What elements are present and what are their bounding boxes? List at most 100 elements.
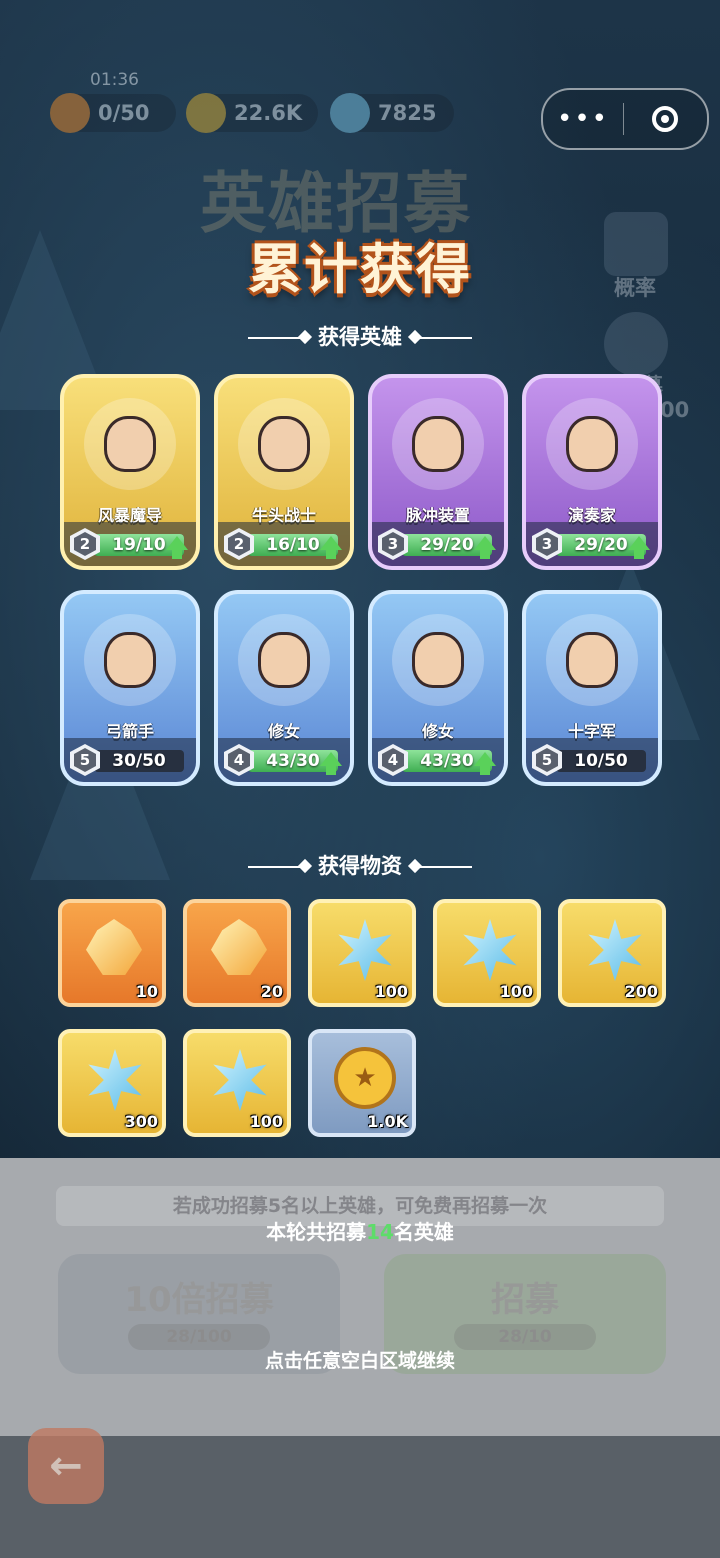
hero-face-icon: [104, 416, 156, 472]
hero-card[interactable]: 脉冲装置 29/20 3: [368, 374, 508, 570]
reward-item[interactable]: 300: [58, 1029, 166, 1137]
gold-coin-icon: [186, 93, 226, 133]
heroes-section-title: 获得英雄: [0, 321, 720, 351]
hero-level: 5: [74, 748, 96, 772]
reward-count: 100: [249, 1112, 283, 1131]
mini-program-capsule: •••: [541, 88, 709, 150]
summary-prefix: 本轮共招募: [266, 1220, 367, 1244]
gold-coin-icon: ★: [334, 1047, 396, 1109]
reward-item[interactable]: 200: [558, 899, 666, 1007]
hero-portrait: [238, 614, 330, 706]
hero-portrait: [238, 398, 330, 490]
divider-ornament: [248, 337, 308, 339]
recruit-panel: 若成功招募5名以上英雄，可免费再招募一次 10倍招募 28/100 招募 28/…: [0, 1158, 720, 1436]
crystal-counter[interactable]: 7825: [330, 93, 454, 133]
footer-bar: [0, 1436, 720, 1558]
recruit-summary: 本轮共招募14名英雄: [0, 1216, 720, 1245]
hero-level: 3: [536, 532, 558, 556]
activity-count: 00: [660, 398, 690, 422]
amber-crystal-icon: [211, 919, 267, 975]
flame-icon: [50, 93, 90, 133]
hero-card[interactable]: 修女 43/30 4: [214, 590, 354, 786]
continue-hint[interactable]: 点击任意空白区域继续: [0, 1346, 720, 1373]
hero-face-icon: [566, 416, 618, 472]
hero-level: 2: [74, 532, 96, 556]
reward-item[interactable]: 100: [308, 899, 416, 1007]
items-section-title: 获得物资: [0, 850, 720, 880]
upgrade-arrow-icon: [166, 536, 188, 559]
energy-value: 0/50: [98, 101, 150, 125]
upgrade-arrow-icon: [320, 752, 342, 775]
close-mini-program-button[interactable]: [624, 106, 706, 132]
energy-counter[interactable]: 0/50: [50, 93, 176, 133]
ice-crystal-icon: [88, 1049, 142, 1111]
hero-level: 5: [536, 748, 558, 772]
hero-card[interactable]: 修女 43/30 4: [368, 590, 508, 786]
upgrade-arrow-icon: [474, 752, 496, 775]
hero-portrait: [392, 614, 484, 706]
reward-item[interactable]: 20: [183, 899, 291, 1007]
summary-suffix: 名英雄: [393, 1220, 454, 1244]
hero-card[interactable]: 弓箭手 30/50 5: [60, 590, 200, 786]
hero-progress-text: 10/50: [574, 751, 628, 771]
ice-crystal-icon: [213, 1049, 267, 1111]
target-icon: [652, 106, 678, 132]
hero-portrait: [84, 614, 176, 706]
hero-face-icon: [104, 632, 156, 688]
crystal-value: 7825: [378, 101, 437, 125]
amber-crystal-icon: [86, 919, 142, 975]
hero-face-icon: [258, 632, 310, 688]
reward-count: 300: [124, 1112, 158, 1131]
hero-card[interactable]: 演奏家 29/20 3: [522, 374, 662, 570]
reward-count: 100: [374, 982, 408, 1001]
reward-item[interactable]: 100: [183, 1029, 291, 1137]
summary-count: 14: [366, 1220, 394, 1244]
hero-face-icon: [412, 416, 464, 472]
gold-counter[interactable]: 22.6K: [186, 93, 318, 133]
hero-portrait: [546, 398, 638, 490]
divider-ornament: [412, 337, 472, 339]
hero-card[interactable]: 牛头战士 16/10 2: [214, 374, 354, 570]
reward-count: 1.0K: [367, 1112, 408, 1131]
page-title: 累计获得: [248, 238, 472, 301]
hero-face-icon: [258, 416, 310, 472]
hero-portrait: [546, 614, 638, 706]
timer: 01:36: [90, 70, 139, 90]
back-arrow-icon: ←: [49, 1443, 83, 1489]
hero-progress-bar: 10/50: [556, 750, 646, 772]
hero-level: 4: [382, 748, 404, 772]
hero-portrait: [84, 398, 176, 490]
upgrade-arrow-icon: [628, 536, 650, 559]
hero-face-icon: [412, 632, 464, 688]
hero-progress-bar: 30/50: [94, 750, 184, 772]
reward-count: 200: [624, 982, 658, 1001]
gold-value: 22.6K: [234, 101, 303, 125]
ice-crystal-icon: [338, 919, 392, 981]
back-button[interactable]: ←: [28, 1428, 104, 1504]
hero-face-icon: [566, 632, 618, 688]
ten-recruit-label: 10倍招募: [124, 1280, 274, 1320]
heroes-section-label: 获得英雄: [318, 325, 402, 349]
reward-count: 20: [260, 982, 283, 1001]
reward-item[interactable]: ★ 1.0K: [308, 1029, 416, 1137]
hero-portrait: [392, 398, 484, 490]
upgrade-arrow-icon: [474, 536, 496, 559]
reward-count: 10: [135, 982, 158, 1001]
hero-level: 2: [228, 532, 250, 556]
hero-progress-text: 30/50: [112, 751, 166, 771]
recruit-label: 招募: [491, 1280, 559, 1320]
hero-card[interactable]: 风暴魔导 19/10 2: [60, 374, 200, 570]
divider-ornament: [248, 866, 308, 868]
ice-crystal-icon: [330, 93, 370, 133]
reward-count: 100: [499, 982, 533, 1001]
divider-ornament: [412, 866, 472, 868]
ice-crystal-icon: [463, 919, 517, 981]
hero-level: 3: [382, 532, 404, 556]
upgrade-arrow-icon: [320, 536, 342, 559]
reward-item[interactable]: 10: [58, 899, 166, 1007]
more-menu-button[interactable]: •••: [543, 104, 623, 134]
hero-level: 4: [228, 748, 250, 772]
ice-crystal-icon: [588, 919, 642, 981]
hero-card[interactable]: 十字军 10/50 5: [522, 590, 662, 786]
reward-item[interactable]: 100: [433, 899, 541, 1007]
